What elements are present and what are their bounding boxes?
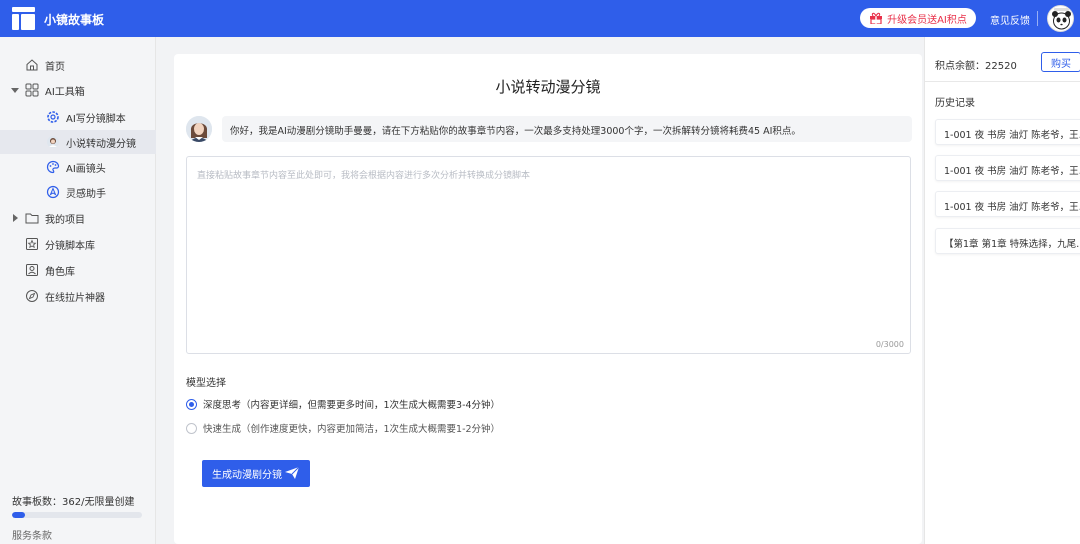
sidebar-item-ai-camera[interactable]: AI画镜头 — [0, 155, 156, 179]
sidebar-item-label: AI写分镜脚本 — [66, 113, 126, 125]
sidebar: 首页 AI工具箱 AI写分镜脚本 小说转动漫分镜 AI画镜头 灵感助手 我的项目… — [0, 37, 156, 544]
sidebar-item-label: 小说转动漫分镜 — [66, 138, 136, 150]
sidebar-item-ai-toolbox[interactable]: AI工具箱 — [0, 78, 156, 102]
folder-icon — [25, 211, 39, 225]
sidebar-item-label: AI画镜头 — [66, 163, 106, 175]
assistant-greeting: 你好，我是AI动漫剧分镜助手曼曼，请在下方粘贴你的故事章节内容，一次最多支持处理… — [222, 116, 912, 142]
right-panel: 积点余额：22520 购买 历史记录 1-001 夜 书房 油灯 陈老爷，王… … — [924, 37, 1080, 544]
sidebar-item-script-library[interactable]: 分镜脚本库 — [0, 232, 156, 256]
app-logo-icon[interactable] — [12, 7, 35, 30]
model-option-label: 快速生成（创作速度更快，内容更加简洁，1次生成大概需要1-2分钟） — [203, 424, 501, 435]
sidebar-item-label: AI工具箱 — [45, 86, 85, 98]
generate-label: 生成动漫剧分镜 — [212, 470, 282, 481]
upgrade-label: 升级会员送AI积点 — [887, 14, 967, 26]
buy-button[interactable]: 购买 — [1041, 52, 1080, 72]
model-option-deep[interactable]: 深度思考（内容更详细，但需要更多时间，1次生成大概需要3-4分钟） — [186, 396, 500, 412]
sidebar-item-label: 角色库 — [45, 266, 75, 278]
sidebar-item-label: 首页 — [45, 61, 65, 73]
history-title: 历史记录 — [935, 98, 975, 109]
sidebar-item-label: 在线拉片神器 — [45, 292, 105, 304]
palette-icon — [46, 160, 60, 174]
generate-button[interactable]: 生成动漫剧分镜 — [202, 460, 310, 487]
grid-icon — [25, 83, 39, 97]
assistant-avatar — [186, 116, 212, 142]
sidebar-item-inspiration[interactable]: 灵感助手 — [0, 180, 156, 204]
send-icon — [285, 466, 300, 479]
sidebar-item-novel-to-storyboard[interactable]: 小说转动漫分镜 — [0, 130, 156, 154]
radio-selected[interactable] — [186, 398, 197, 410]
model-select-label: 模型选择 — [186, 378, 226, 389]
chevron-down-icon[interactable] — [11, 88, 19, 93]
sidebar-item-label: 我的项目 — [45, 214, 85, 226]
story-input[interactable]: 直接粘贴故事章节内容至此处即可，我将会根据内容进行多次分析并转换成分镜脚本 0/… — [186, 156, 911, 354]
sidebar-item-character-library[interactable]: 角色库 — [0, 258, 156, 282]
terms-link[interactable]: 服务条款 — [12, 527, 52, 542]
points-label: 积点余额： — [935, 61, 985, 72]
upgrade-button[interactable]: 升级会员送AI积点 — [860, 8, 976, 28]
chevron-right-icon[interactable] — [13, 214, 18, 222]
user-card-icon — [25, 263, 39, 277]
compass-icon — [46, 185, 60, 199]
radio-unselected[interactable] — [186, 422, 197, 434]
model-option-label: 深度思考（内容更详细，但需要更多时间，1次生成大概需要3-4分钟） — [203, 400, 501, 411]
char-counter: 0/3000 — [875, 340, 904, 349]
quota-progress-bar — [12, 512, 142, 518]
feedback-link[interactable]: 意见反馈 — [990, 12, 1030, 27]
compass-icon — [25, 289, 39, 303]
history-item[interactable]: 1-001 夜 书房 油灯 陈老爷，王… — [935, 155, 1080, 181]
quota-progress-fill — [12, 512, 25, 518]
quota-label: 故事板数：362/无限量创建 — [12, 497, 135, 508]
user-avatar[interactable] — [1047, 5, 1074, 32]
page-title: 小说转动漫分镜 — [495, 78, 601, 96]
sidebar-item-home[interactable]: 首页 — [0, 53, 156, 77]
gift-icon — [869, 12, 883, 25]
history-item[interactable]: 1-001 夜 书房 油灯 陈老爷，王… — [935, 191, 1080, 217]
points-balance: 积点余额：22520 — [935, 57, 1017, 72]
character-icon — [46, 135, 60, 149]
history-item[interactable]: 1-001 夜 书房 油灯 陈老爷，王… — [935, 119, 1080, 145]
model-option-fast[interactable]: 快速生成（创作速度更快，内容更加简洁，1次生成大概需要1-2分钟） — [186, 420, 500, 436]
app-title[interactable]: 小镜故事板 — [44, 11, 104, 28]
sidebar-item-film-breakdown[interactable]: 在线拉片神器 — [0, 284, 156, 308]
divider — [925, 81, 1080, 82]
sidebar-item-label: 分镜脚本库 — [45, 240, 95, 252]
home-icon — [25, 58, 39, 72]
story-input-placeholder: 直接粘贴故事章节内容至此处即可，我将会根据内容进行多次分析并转换成分镜脚本 — [197, 171, 531, 181]
points-value: 22520 — [985, 61, 1017, 72]
main-panel: 小说转动漫分镜 你好，我是AI动漫剧分镜助手曼曼，请在下方粘贴你的故事章节内容，… — [174, 54, 922, 544]
gear-icon — [46, 110, 60, 124]
header-divider — [1037, 11, 1038, 26]
history-item[interactable]: 【第1章 第1章 特殊选择，九尾… — [935, 228, 1080, 254]
sidebar-item-ai-script[interactable]: AI写分镜脚本 — [0, 105, 156, 129]
sidebar-item-my-projects[interactable]: 我的项目 — [0, 206, 156, 230]
star-doc-icon — [25, 237, 39, 251]
sidebar-item-label: 灵感助手 — [66, 188, 106, 200]
top-bar: 小镜故事板 升级会员送AI积点 意见反馈 — [0, 0, 1080, 37]
